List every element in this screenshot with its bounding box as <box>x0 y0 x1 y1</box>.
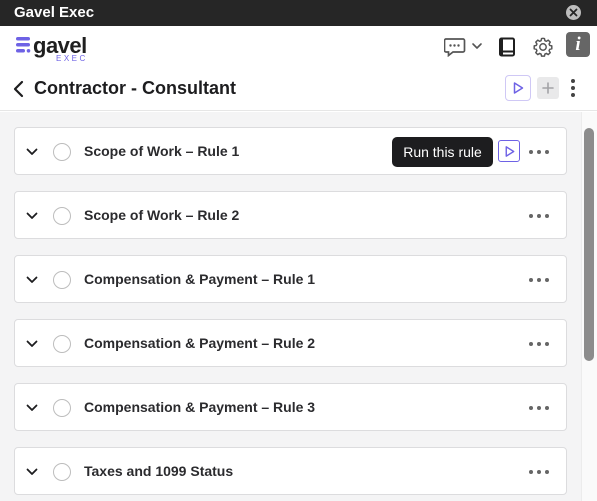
rule-status-indicator <box>53 335 71 353</box>
more-horizontal-icon <box>529 470 533 474</box>
chevron-down-icon <box>26 340 38 347</box>
more-horizontal-icon <box>529 406 533 410</box>
rule-status-indicator <box>53 207 71 225</box>
rule-more-button[interactable] <box>529 401 549 415</box>
rule-status-indicator <box>53 399 71 417</box>
rule-card[interactable]: Compensation & Payment – Rule 2 <box>14 319 567 367</box>
expand-rule-button[interactable] <box>25 209 39 223</box>
gavel-logo: gavel EXEC <box>16 33 96 63</box>
chevron-left-icon <box>13 80 24 98</box>
rule-more-button[interactable] <box>529 145 549 159</box>
plus-icon <box>542 82 554 94</box>
chevron-down-icon <box>472 43 482 49</box>
window-titlebar: Gavel Exec <box>0 0 597 26</box>
rule-status-indicator <box>53 463 71 481</box>
run-rule-tooltip: Run this rule <box>392 137 493 167</box>
chevron-down-icon <box>26 404 38 411</box>
more-horizontal-icon <box>529 278 533 282</box>
scrollbar-thumb[interactable] <box>584 128 594 361</box>
expand-rule-button[interactable] <box>25 401 39 415</box>
logo-subtitle: EXEC <box>56 54 88 63</box>
more-vertical-icon <box>571 79 575 83</box>
chevron-down-icon <box>26 212 38 219</box>
rule-status-indicator <box>53 271 71 289</box>
rule-more-button[interactable] <box>529 465 549 479</box>
more-horizontal-icon <box>529 150 533 154</box>
rules-list: Scope of Work – Rule 1 Scope of Work – R… <box>0 112 597 501</box>
settings-button[interactable] <box>531 35 555 59</box>
rule-more-button[interactable] <box>529 337 549 351</box>
rule-name: Compensation & Payment – Rule 3 <box>84 399 316 415</box>
book-icon <box>499 37 515 57</box>
more-horizontal-icon <box>529 214 533 218</box>
play-icon <box>505 145 514 157</box>
rule-name: Compensation & Payment – Rule 2 <box>84 335 316 351</box>
info-button[interactable]: i <box>566 32 590 57</box>
rule-more-button[interactable] <box>529 209 549 223</box>
rule-card[interactable]: Scope of Work – Rule 2 <box>14 191 567 239</box>
window-title: Gavel Exec <box>14 4 95 21</box>
expand-rule-button[interactable] <box>25 145 39 159</box>
rule-name: Scope of Work – Rule 1 <box>84 143 240 159</box>
run-all-rules-button[interactable] <box>505 75 531 101</box>
run-rule-button[interactable] <box>498 140 520 162</box>
more-horizontal-icon <box>529 342 533 346</box>
app-header: gavel EXEC i <box>0 26 597 68</box>
chevron-down-icon <box>26 468 38 475</box>
add-rule-button[interactable] <box>537 77 559 99</box>
expand-rule-button[interactable] <box>25 273 39 287</box>
rule-name: Taxes and 1099 Status <box>84 463 234 479</box>
rule-status-indicator <box>53 143 71 161</box>
back-button[interactable] <box>12 79 26 99</box>
page-more-button[interactable] <box>566 77 580 99</box>
chat-icon <box>444 38 482 57</box>
rule-more-button[interactable] <box>529 273 549 287</box>
info-icon: i <box>575 33 581 55</box>
rule-card[interactable]: Compensation & Payment – Rule 1 <box>14 255 567 303</box>
book-button[interactable] <box>497 36 517 58</box>
rule-card[interactable]: Compensation & Payment – Rule 3 <box>14 383 567 431</box>
rule-name: Scope of Work – Rule 2 <box>84 207 240 223</box>
expand-rule-button[interactable] <box>25 465 39 479</box>
logo-mark-icon <box>16 37 31 53</box>
rule-name: Compensation & Payment – Rule 1 <box>84 271 316 287</box>
expand-rule-button[interactable] <box>25 337 39 351</box>
chevron-down-icon <box>26 276 38 283</box>
close-icon <box>569 8 578 17</box>
chat-button[interactable] <box>444 37 484 57</box>
gear-icon <box>533 37 553 57</box>
close-window-button[interactable] <box>566 5 581 20</box>
page-title: Contractor - Consultant <box>34 78 236 98</box>
chevron-down-icon <box>26 148 38 155</box>
page-title-bar: Contractor - Consultant <box>0 68 597 111</box>
play-icon <box>513 82 524 94</box>
rule-card[interactable]: Taxes and 1099 Status <box>14 447 567 495</box>
